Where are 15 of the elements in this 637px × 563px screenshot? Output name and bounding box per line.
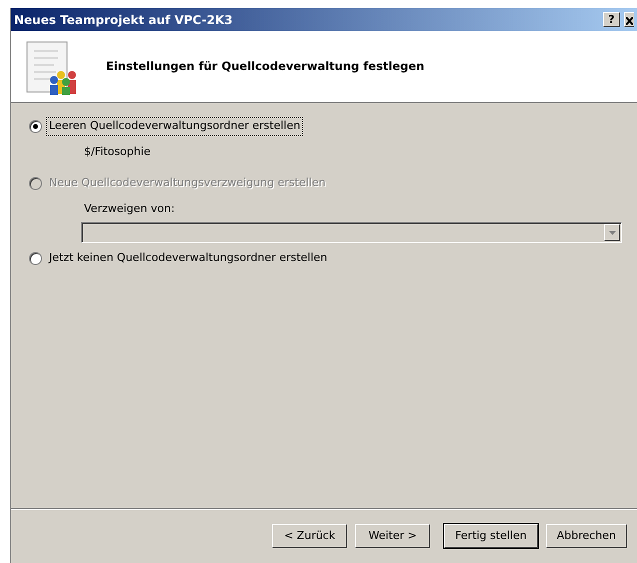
close-icon [626, 16, 633, 24]
radio-option[interactable]: Leeren Quellcodeverwaltungsordner erstellen [29, 117, 622, 136]
wizard-button[interactable]: Fertig stellen [444, 524, 538, 548]
window-title: Neues Teamprojekt auf VPC-2K3 [14, 12, 233, 28]
caret-icon [608, 230, 616, 234]
radio-option[interactable]: Jetzt keinen Quellcodeverwaltungsordner erstellen [29, 249, 622, 268]
help-button[interactable]: ? [603, 12, 620, 27]
header-title: Einstellungen für Quellcodeverwaltung festlegen [106, 58, 424, 75]
wizard-button[interactable]: Abbrechen [546, 524, 627, 548]
radio-option: Neue Quellcodeverwaltungsverzweigung erstellen [29, 174, 622, 192]
field-label: Verzweigen von: [84, 200, 176, 216]
folder-path: $/Fitosophie [84, 144, 152, 160]
wizard-button[interactable]: Weiter > [355, 524, 430, 548]
wizard-button[interactable]: < Zurück [272, 524, 348, 548]
close-button[interactable] [624, 12, 634, 27]
